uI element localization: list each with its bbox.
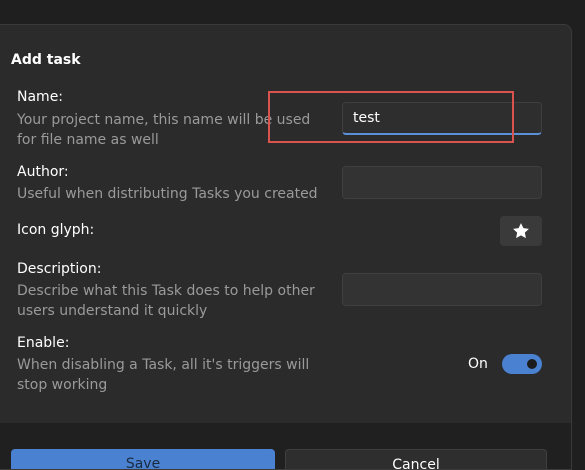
author-description: Useful when distributing Tasks you creat… [17, 186, 318, 202]
enable-toggle[interactable] [502, 354, 542, 374]
cancel-button[interactable]: Cancel [285, 449, 547, 469]
description-label: Description: [17, 261, 102, 277]
enable-description: When disabling a Task, all it's triggers… [17, 357, 310, 393]
save-button[interactable]: Save [11, 449, 275, 469]
dialog-title: Add task [11, 52, 81, 68]
name-label: Name: [17, 89, 64, 105]
description-description: Describe what this Task does to help oth… [17, 283, 315, 319]
description-input[interactable] [342, 273, 542, 306]
star-icon [513, 223, 529, 239]
author-input[interactable] [342, 166, 542, 199]
icon-glyph-label: Icon glyph: [17, 222, 95, 238]
name-input[interactable] [342, 102, 542, 135]
toggle-knob [527, 359, 537, 369]
author-label: Author: [17, 164, 69, 180]
icon-glyph-button[interactable] [500, 216, 542, 246]
add-task-dialog: Add task Name: Your project name, this n… [0, 24, 572, 470]
enable-label: Enable: [17, 335, 70, 351]
enable-state-label: On [468, 356, 488, 372]
name-description: Your project name, this name will be use… [17, 112, 311, 148]
dialog-footer: Save Cancel [0, 423, 571, 469]
